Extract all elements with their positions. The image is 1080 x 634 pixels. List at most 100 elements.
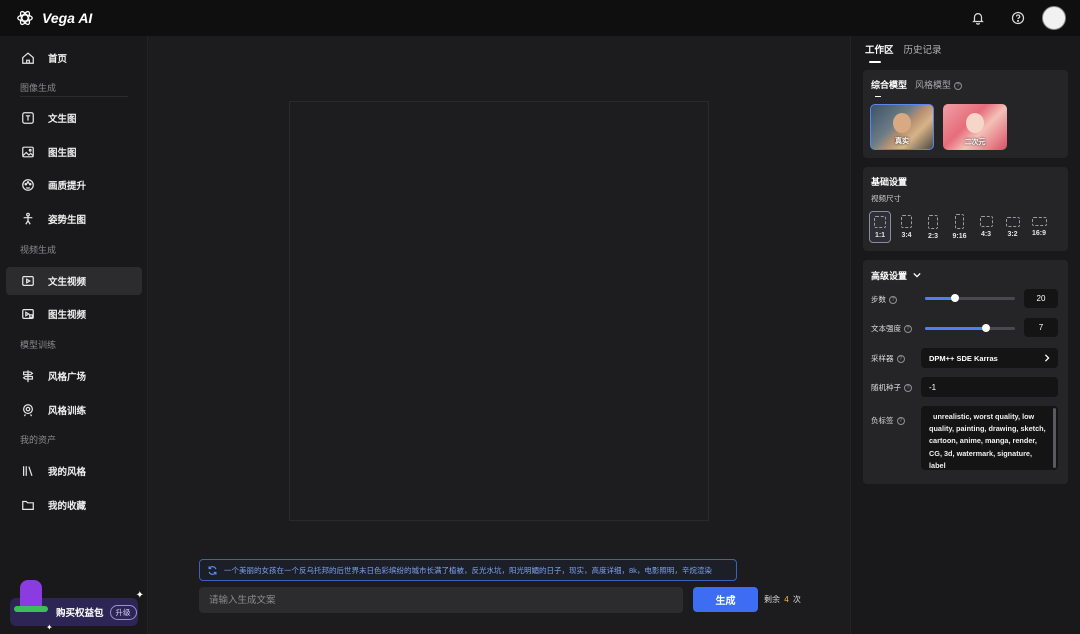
help-icon[interactable]: ? (896, 354, 905, 363)
sidebar-item-pose[interactable]: 姿势生图 (6, 205, 142, 233)
style-label: 二次元 (964, 139, 986, 146)
basic-settings-title: 基础设置 (871, 177, 908, 187)
ratio-9-16[interactable]: 9:16 (949, 211, 971, 243)
ratio-16-9[interactable]: 16:9 (1028, 211, 1050, 243)
model-card: 综合模型 风格模型? 真实 二次元 (863, 70, 1068, 158)
upgrade-badge: 升级 (109, 604, 137, 620)
ratio-3-4[interactable]: 3:4 (896, 211, 918, 243)
style-anime[interactable]: 二次元 (943, 104, 1007, 150)
sidebar-item-text-to-image[interactable]: 文生图 (6, 104, 142, 132)
app-logo[interactable]: Vega AI (16, 9, 92, 27)
sidebar-item-label: 风格训练 (48, 406, 87, 417)
promo-label: 购买权益包 (56, 608, 104, 619)
ratio-1-1[interactable]: 1:1 (869, 211, 891, 243)
tab-workspace[interactable]: 工作区 (865, 42, 894, 63)
sidebar-item-label: 画质提升 (48, 181, 87, 192)
sidebar-item-style-square[interactable]: 风格广场 (6, 362, 142, 390)
remaining-suffix: 次 (792, 595, 801, 604)
remaining-number: 4 (784, 595, 789, 604)
section-divider (20, 96, 128, 97)
tab-style-model[interactable]: 风格模型? (915, 78, 963, 97)
slider-knob[interactable] (950, 294, 959, 302)
sidebar-item-home[interactable]: 首页 (6, 44, 142, 72)
gift-icon (14, 580, 48, 612)
remaining-count: 剩余 4 次 (764, 594, 801, 605)
suggestion-text: 一个美丽的女孩在一个反乌托邦的后世界末日色彩缤纷的城市长满了植被，反光水坑，阳光… (224, 565, 712, 575)
advanced-settings-toggle[interactable]: 高级设置 (871, 269, 921, 282)
section-model-training: 模型训练 (20, 340, 57, 350)
folder-icon (20, 497, 36, 513)
ratio-label: 3:2 (1007, 230, 1018, 238)
steps-label: 步数? (871, 294, 897, 305)
books-icon (20, 463, 36, 479)
user-avatar[interactable] (1042, 6, 1066, 30)
steps-slider[interactable] (925, 294, 1015, 302)
remaining-prefix: 剩余 (764, 595, 780, 604)
ratio-3-2[interactable]: 3:2 (1002, 211, 1024, 243)
buy-package-button[interactable]: 购买权益包 升级 ✦ ✦ (10, 580, 144, 632)
sidebar-item-my-favorites[interactable]: 我的收藏 (6, 491, 142, 519)
seed-label-text: 随机种子 (871, 383, 901, 392)
help-icon[interactable]: ? (904, 383, 912, 392)
main-workspace: 一个美丽的女孩在一个反乌托邦的后世界末日色彩缤纷的城市长满了植被，反光水坑，阳光… (149, 36, 849, 634)
portrait-image (893, 113, 911, 133)
ratio-label: 1:1 (874, 231, 886, 239)
sidebar: 首页 图像生成 文生图 图生图 画质提升 姿势生图 视频生成 文生视频 图生视频… (0, 36, 148, 634)
palette-icon (20, 177, 36, 193)
bell-icon[interactable] (966, 6, 990, 30)
section-my-assets: 我的资产 (20, 435, 57, 445)
seed-input[interactable]: -1 (921, 377, 1058, 397)
section-image-generation: 图像生成 (20, 83, 57, 93)
tab-style-model-label: 风格模型 (915, 80, 952, 90)
text-strength-value[interactable]: 7 (1024, 318, 1058, 337)
sidebar-item-label: 图生图 (48, 148, 77, 159)
section-video-generation: 视频生成 (20, 245, 57, 255)
prompt-suggestion[interactable]: 一个美丽的女孩在一个反乌托邦的后世界末日色彩缤纷的城市长满了植被，反光水坑，阳光… (199, 559, 737, 581)
ratio-label: 9:16 (952, 233, 967, 240)
sidebar-item-text-to-video[interactable]: 文生视频 (6, 267, 142, 295)
sidebar-item-upscale[interactable]: 画质提升 (6, 171, 142, 199)
video-image-icon (20, 306, 36, 322)
help-icon[interactable] (1006, 6, 1030, 30)
prompt-input[interactable] (199, 587, 683, 613)
advanced-settings-title: 高级设置 (871, 271, 908, 281)
image-icon (20, 144, 36, 160)
slider-fill (925, 327, 987, 330)
sidebar-item-style-training[interactable]: 风格训练 (6, 396, 142, 424)
sidebar-item-image-to-image[interactable]: 图生图 (6, 138, 142, 166)
negative-prompt-text: unrealistic, worst quality, low quality,… (929, 412, 1046, 470)
negative-prompt-textarea[interactable]: unrealistic, worst quality, low quality,… (921, 406, 1058, 470)
sidebar-item-label: 文生视频 (48, 277, 87, 288)
tab-general-model[interactable]: 综合模型 (871, 78, 907, 97)
help-icon[interactable]: ? (896, 416, 905, 425)
sidebar-item-image-to-video[interactable]: 图生视频 (6, 300, 142, 328)
sampler-label: 采样器? (871, 353, 905, 364)
ratio-2-3[interactable]: 2:3 (922, 211, 944, 243)
scrollbar[interactable] (1053, 408, 1056, 468)
negative-label: 负标签? (871, 415, 905, 426)
ratio-label: 3:4 (901, 232, 912, 239)
generate-button[interactable]: 生成 (693, 587, 758, 612)
basic-settings-card: 基础设置 视频尺寸 1:1 3:4 2:3 9:16 4:3 3:2 16:9 (863, 167, 1068, 251)
style-label: 真实 (895, 138, 909, 145)
steps-value[interactable]: 20 (1024, 289, 1058, 308)
sidebar-item-my-styles[interactable]: 我的风格 (6, 457, 142, 485)
chevron-right-icon (1044, 354, 1050, 362)
ratio-4-3[interactable]: 4:3 (975, 211, 997, 243)
slider-knob[interactable] (982, 324, 991, 332)
help-icon[interactable]: ? (904, 324, 912, 333)
ratio-label: 16:9 (1031, 230, 1046, 237)
seed-label: 随机种子? (871, 382, 912, 393)
text-strength-label: 文本强度? (871, 323, 912, 334)
help-icon[interactable]: ? (889, 295, 897, 304)
ratio-label: 2:3 (927, 232, 939, 240)
tab-history[interactable]: 历史记录 (904, 42, 942, 63)
sampler-select[interactable]: DPM++ SDE Karras (921, 348, 1058, 368)
video-text-icon (20, 273, 36, 289)
refresh-icon[interactable] (206, 564, 218, 576)
text-strength-slider[interactable] (925, 324, 1015, 332)
help-icon[interactable]: ? (954, 81, 963, 90)
style-realistic[interactable]: 真实 (870, 104, 934, 150)
home-icon (20, 50, 36, 66)
app-name: Vega AI (42, 10, 93, 26)
